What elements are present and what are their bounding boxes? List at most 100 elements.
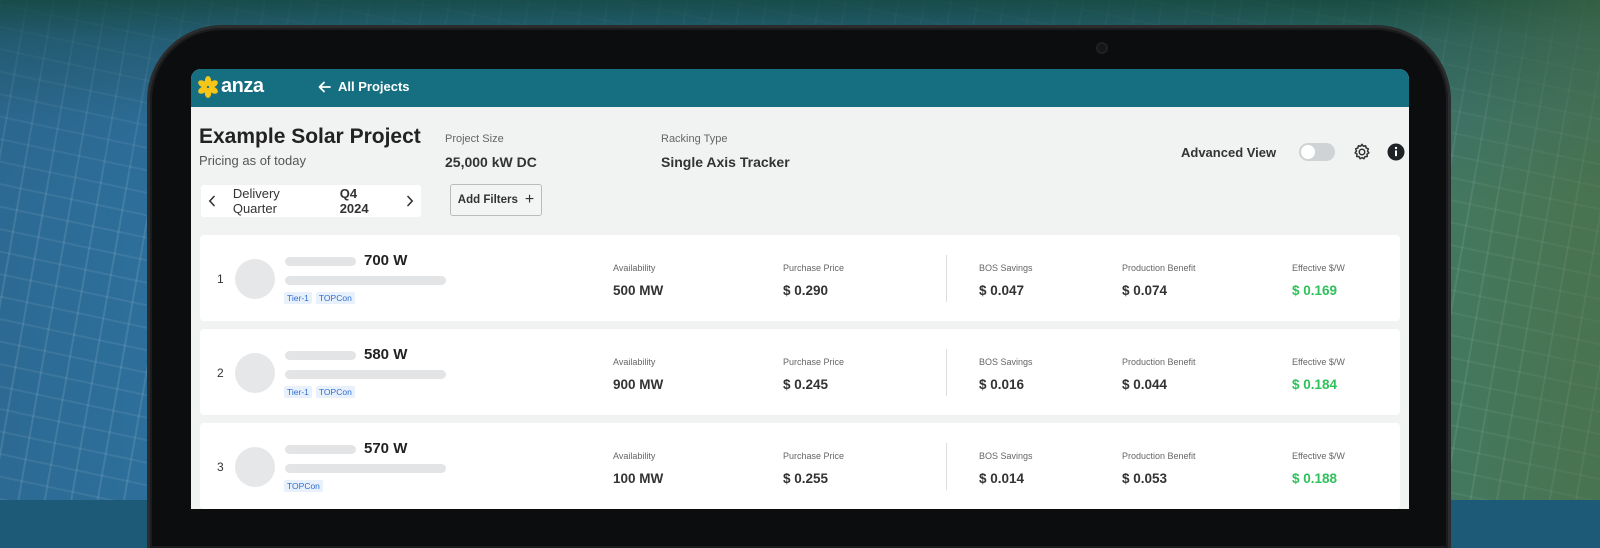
production-benefit-label: Production Benefit <box>1122 451 1196 461</box>
purchase-price-cell: Purchase Price $ 0.290 <box>783 263 844 298</box>
availability-value: 100 MW <box>613 471 664 486</box>
gear-icon[interactable] <box>1352 142 1372 162</box>
effective-label: Effective $/W <box>1292 357 1345 367</box>
purchase-price-value: $ 0.290 <box>783 283 829 298</box>
module-row[interactable]: 2 580 W Tier-1 TOPCon Availability 900 MW… <box>200 329 1400 415</box>
top-bar: anza All Projects <box>191 69 1409 107</box>
purchase-price-value: $ 0.245 <box>783 377 829 392</box>
project-header: Example Solar Project Pricing as of toda… <box>199 125 421 168</box>
effective-value: $ 0.169 <box>1292 283 1338 298</box>
effective-value: $ 0.184 <box>1292 377 1338 392</box>
description-placeholder <box>285 276 446 285</box>
name-placeholder <box>285 445 356 454</box>
module-tags: Tier-1 TOPCon <box>284 386 359 398</box>
previous-quarter-button[interactable] <box>201 185 223 217</box>
pricing-date: Pricing as of today <box>199 153 306 168</box>
name-placeholder <box>285 257 356 266</box>
bos-savings-cell: BOS Savings $ 0.016 <box>979 357 1033 392</box>
logo[interactable]: anza <box>197 75 264 98</box>
purchase-price-label: Purchase Price <box>783 263 845 273</box>
add-filters-button[interactable]: Add Filters + <box>450 184 542 216</box>
purchase-price-label: Purchase Price <box>783 357 845 367</box>
module-wattage: 580 W <box>364 346 408 363</box>
chevron-left-icon <box>208 195 215 207</box>
production-benefit-label: Production Benefit <box>1122 263 1196 273</box>
module-wattage: 700 W <box>364 252 408 269</box>
column-divider <box>946 443 947 490</box>
info-icon[interactable] <box>1387 143 1405 161</box>
advanced-view-toggle[interactable] <box>1299 143 1335 161</box>
bos-savings-value: $ 0.014 <box>979 471 1025 486</box>
racking-type-label: Racking Type <box>661 133 728 145</box>
production-benefit-label: Production Benefit <box>1122 357 1196 367</box>
bos-savings-label: BOS Savings <box>979 357 1033 367</box>
production-benefit-value: $ 0.053 <box>1122 471 1168 486</box>
production-benefit-value: $ 0.044 <box>1122 377 1168 392</box>
add-filters-label: Add Filters <box>457 194 518 206</box>
bos-savings-cell: BOS Savings $ 0.047 <box>979 263 1033 298</box>
chevron-right-icon <box>407 195 414 207</box>
availability-cell: Availability 900 MW <box>613 357 663 392</box>
module-tags: TOPCon <box>284 480 327 492</box>
name-placeholder <box>285 351 356 360</box>
purchase-price-value: $ 0.255 <box>783 471 829 486</box>
all-projects-label: All Projects <box>338 79 410 94</box>
camera-icon <box>1096 42 1108 54</box>
availability-value: 900 MW <box>613 377 664 392</box>
flower-logo-icon <box>198 75 218 98</box>
availability-cell: Availability 100 MW <box>613 451 663 486</box>
production-benefit-value: $ 0.074 <box>1122 283 1168 298</box>
column-divider <box>946 349 947 396</box>
delivery-quarter-selector: Delivery Quarter Q4 2024 <box>201 185 421 217</box>
page-title: Example Solar Project <box>199 125 421 148</box>
availability-label: Availability <box>613 357 656 367</box>
effective-cell: Effective $/W $ 0.184 <box>1292 357 1345 392</box>
tag-badge: Tier-1 <box>284 386 312 398</box>
module-tags: Tier-1 TOPCon <box>284 292 359 304</box>
availability-label: Availability <box>613 451 656 461</box>
tag-badge: TOPCon <box>315 292 355 304</box>
column-divider <box>946 255 947 302</box>
description-placeholder <box>285 370 446 379</box>
manufacturer-logo-placeholder <box>235 447 275 487</box>
description-placeholder <box>285 464 446 473</box>
module-row[interactable]: 1 700 W Tier-1 TOPCon Availability 500 MW… <box>200 235 1400 321</box>
availability-cell: Availability 500 MW <box>613 263 663 298</box>
all-projects-link[interactable]: All Projects <box>318 79 410 94</box>
plus-icon: + <box>524 191 535 208</box>
bos-savings-label: BOS Savings <box>979 451 1033 461</box>
delivery-quarter-label: Delivery Quarter <box>232 186 280 216</box>
racking-type-value: Single Axis Tracker <box>661 154 790 170</box>
tag-badge: Tier-1 <box>284 292 312 304</box>
project-size-value: 25,000 kW DC <box>445 154 537 170</box>
tag-badge: TOPCon <box>284 480 323 492</box>
app-screen: anza All Projects Example Solar Project … <box>191 69 1409 509</box>
arrow-left-icon <box>318 81 331 92</box>
racking-type: Racking Type Single Axis Tracker <box>661 133 790 170</box>
advanced-view-label: Advanced View <box>1181 145 1277 160</box>
row-rank: 2 <box>217 366 224 380</box>
purchase-price-cell: Purchase Price $ 0.245 <box>783 357 844 392</box>
effective-value: $ 0.188 <box>1292 471 1338 486</box>
manufacturer-logo-placeholder <box>235 353 275 393</box>
project-size: Project Size 25,000 kW DC <box>445 133 537 170</box>
availability-value: 500 MW <box>613 283 664 298</box>
availability-label: Availability <box>613 263 656 273</box>
bos-savings-value: $ 0.016 <box>979 377 1025 392</box>
tag-badge: TOPCon <box>315 386 355 398</box>
purchase-price-label: Purchase Price <box>783 451 845 461</box>
next-quarter-button[interactable] <box>399 185 421 217</box>
effective-label: Effective $/W <box>1292 263 1345 273</box>
purchase-price-cell: Purchase Price $ 0.255 <box>783 451 844 486</box>
project-size-label: Project Size <box>445 133 504 145</box>
module-row[interactable]: 3 570 W TOPCon Availability 100 MW Purcha… <box>200 423 1400 509</box>
bos-savings-label: BOS Savings <box>979 263 1033 273</box>
production-benefit-cell: Production Benefit $ 0.053 <box>1122 451 1196 486</box>
delivery-quarter-value: Q4 2024 <box>339 186 369 216</box>
row-rank: 1 <box>217 272 224 286</box>
module-wattage: 570 W <box>364 440 408 457</box>
effective-cell: Effective $/W $ 0.188 <box>1292 451 1345 486</box>
production-benefit-cell: Production Benefit $ 0.044 <box>1122 357 1196 392</box>
effective-cell: Effective $/W $ 0.169 <box>1292 263 1345 298</box>
toggle-knob <box>1301 145 1315 159</box>
